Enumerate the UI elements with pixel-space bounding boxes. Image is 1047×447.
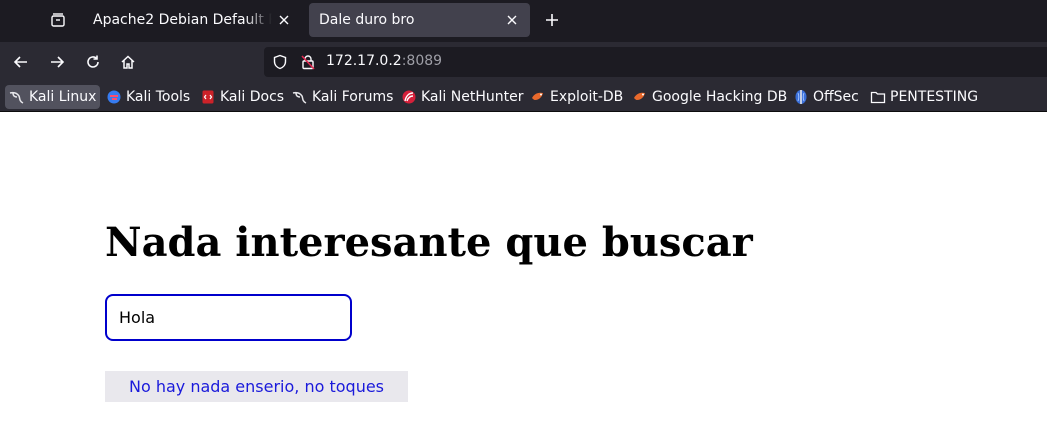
exploit-db-icon [632, 89, 648, 105]
bookmark-label: Kali Docs [220, 89, 285, 105]
bookmark-exploit-db[interactable]: Exploit-DB [526, 85, 627, 109]
bookmark-label: Kali Forums [312, 89, 394, 105]
bookmark-kali-linux[interactable]: Kali Linux [5, 85, 101, 109]
bookmark-label: Kali Tools [126, 89, 191, 105]
dont-touch-button[interactable]: No hay nada enserio, no toques [105, 371, 408, 402]
bookmark-folder-pentesting[interactable]: PENTESTING [866, 85, 982, 109]
arrow-right-icon [51, 56, 65, 68]
forward-button[interactable] [43, 48, 71, 76]
offsec-icon [793, 89, 809, 105]
tab-list-button[interactable] [44, 6, 72, 34]
bookmark-label: Google Hacking DB [652, 89, 788, 105]
tab-close-button[interactable] [276, 12, 292, 28]
nethunter-icon [401, 89, 417, 105]
bookmarks-toolbar: Kali Linux Kali Tools Kali Docs Kali For… [0, 82, 1047, 112]
kali-tools-icon [106, 89, 122, 105]
bookmark-google-hacking-db[interactable]: Google Hacking DB [628, 85, 791, 109]
arrow-left-icon [13, 56, 27, 68]
shield-icon[interactable] [272, 54, 288, 70]
bookmark-kali-tools[interactable]: Kali Tools [102, 85, 194, 109]
reload-icon [87, 55, 99, 68]
insecure-lock-icon[interactable] [300, 54, 316, 70]
url-port: :8089 [401, 53, 443, 69]
tab-close-button[interactable] [504, 12, 520, 28]
tab-strip: Apache2 Debian Default Page: It works Da… [0, 0, 1047, 42]
bookmark-label: Kali NetHunter [421, 89, 524, 105]
kali-dragon-icon [292, 89, 308, 105]
tab-title: Dale duro bro [319, 12, 415, 28]
folder-icon [870, 89, 886, 105]
back-button[interactable] [7, 48, 35, 76]
plus-icon [546, 14, 558, 26]
new-tab-button[interactable] [538, 6, 566, 34]
url-text[interactable]: 172.17.0.2:8089 [326, 53, 442, 69]
exploit-db-icon [530, 89, 546, 105]
kali-dragon-icon [9, 89, 25, 105]
url-bar[interactable]: 172.17.0.2:8089 [264, 47, 1047, 77]
tab-dale-duro-bro[interactable]: Dale duro bro [309, 3, 530, 37]
bookmark-offsec[interactable]: OffSec [789, 85, 863, 109]
search-input[interactable] [105, 294, 352, 341]
url-host: 172.17.0.2 [326, 53, 402, 69]
close-icon [507, 15, 517, 25]
bookmark-label: OffSec [813, 89, 859, 105]
page-heading: Nada interesante que buscar [105, 219, 753, 266]
reload-button[interactable] [79, 48, 107, 76]
navigation-bar: 172.17.0.2:8089 [0, 42, 1047, 82]
bookmark-label: PENTESTING [890, 89, 979, 105]
tab-title: Apache2 Debian Default Page: It works [93, 12, 272, 28]
bookmark-label: Kali Linux [29, 89, 97, 105]
kali-docs-icon [200, 89, 216, 105]
tab-list-icon [51, 13, 65, 27]
close-icon [279, 15, 289, 25]
bookmark-kali-forums[interactable]: Kali Forums [288, 85, 397, 109]
bookmark-label: Exploit-DB [550, 89, 624, 105]
bookmark-kali-nethunter[interactable]: Kali NetHunter [397, 85, 527, 109]
home-icon [121, 55, 135, 69]
tab-apache-default[interactable]: Apache2 Debian Default Page: It works [83, 3, 302, 37]
bookmark-kali-docs[interactable]: Kali Docs [196, 85, 288, 109]
page-content: Nada interesante que buscar No hay nada … [0, 113, 1047, 447]
home-button[interactable] [114, 48, 142, 76]
